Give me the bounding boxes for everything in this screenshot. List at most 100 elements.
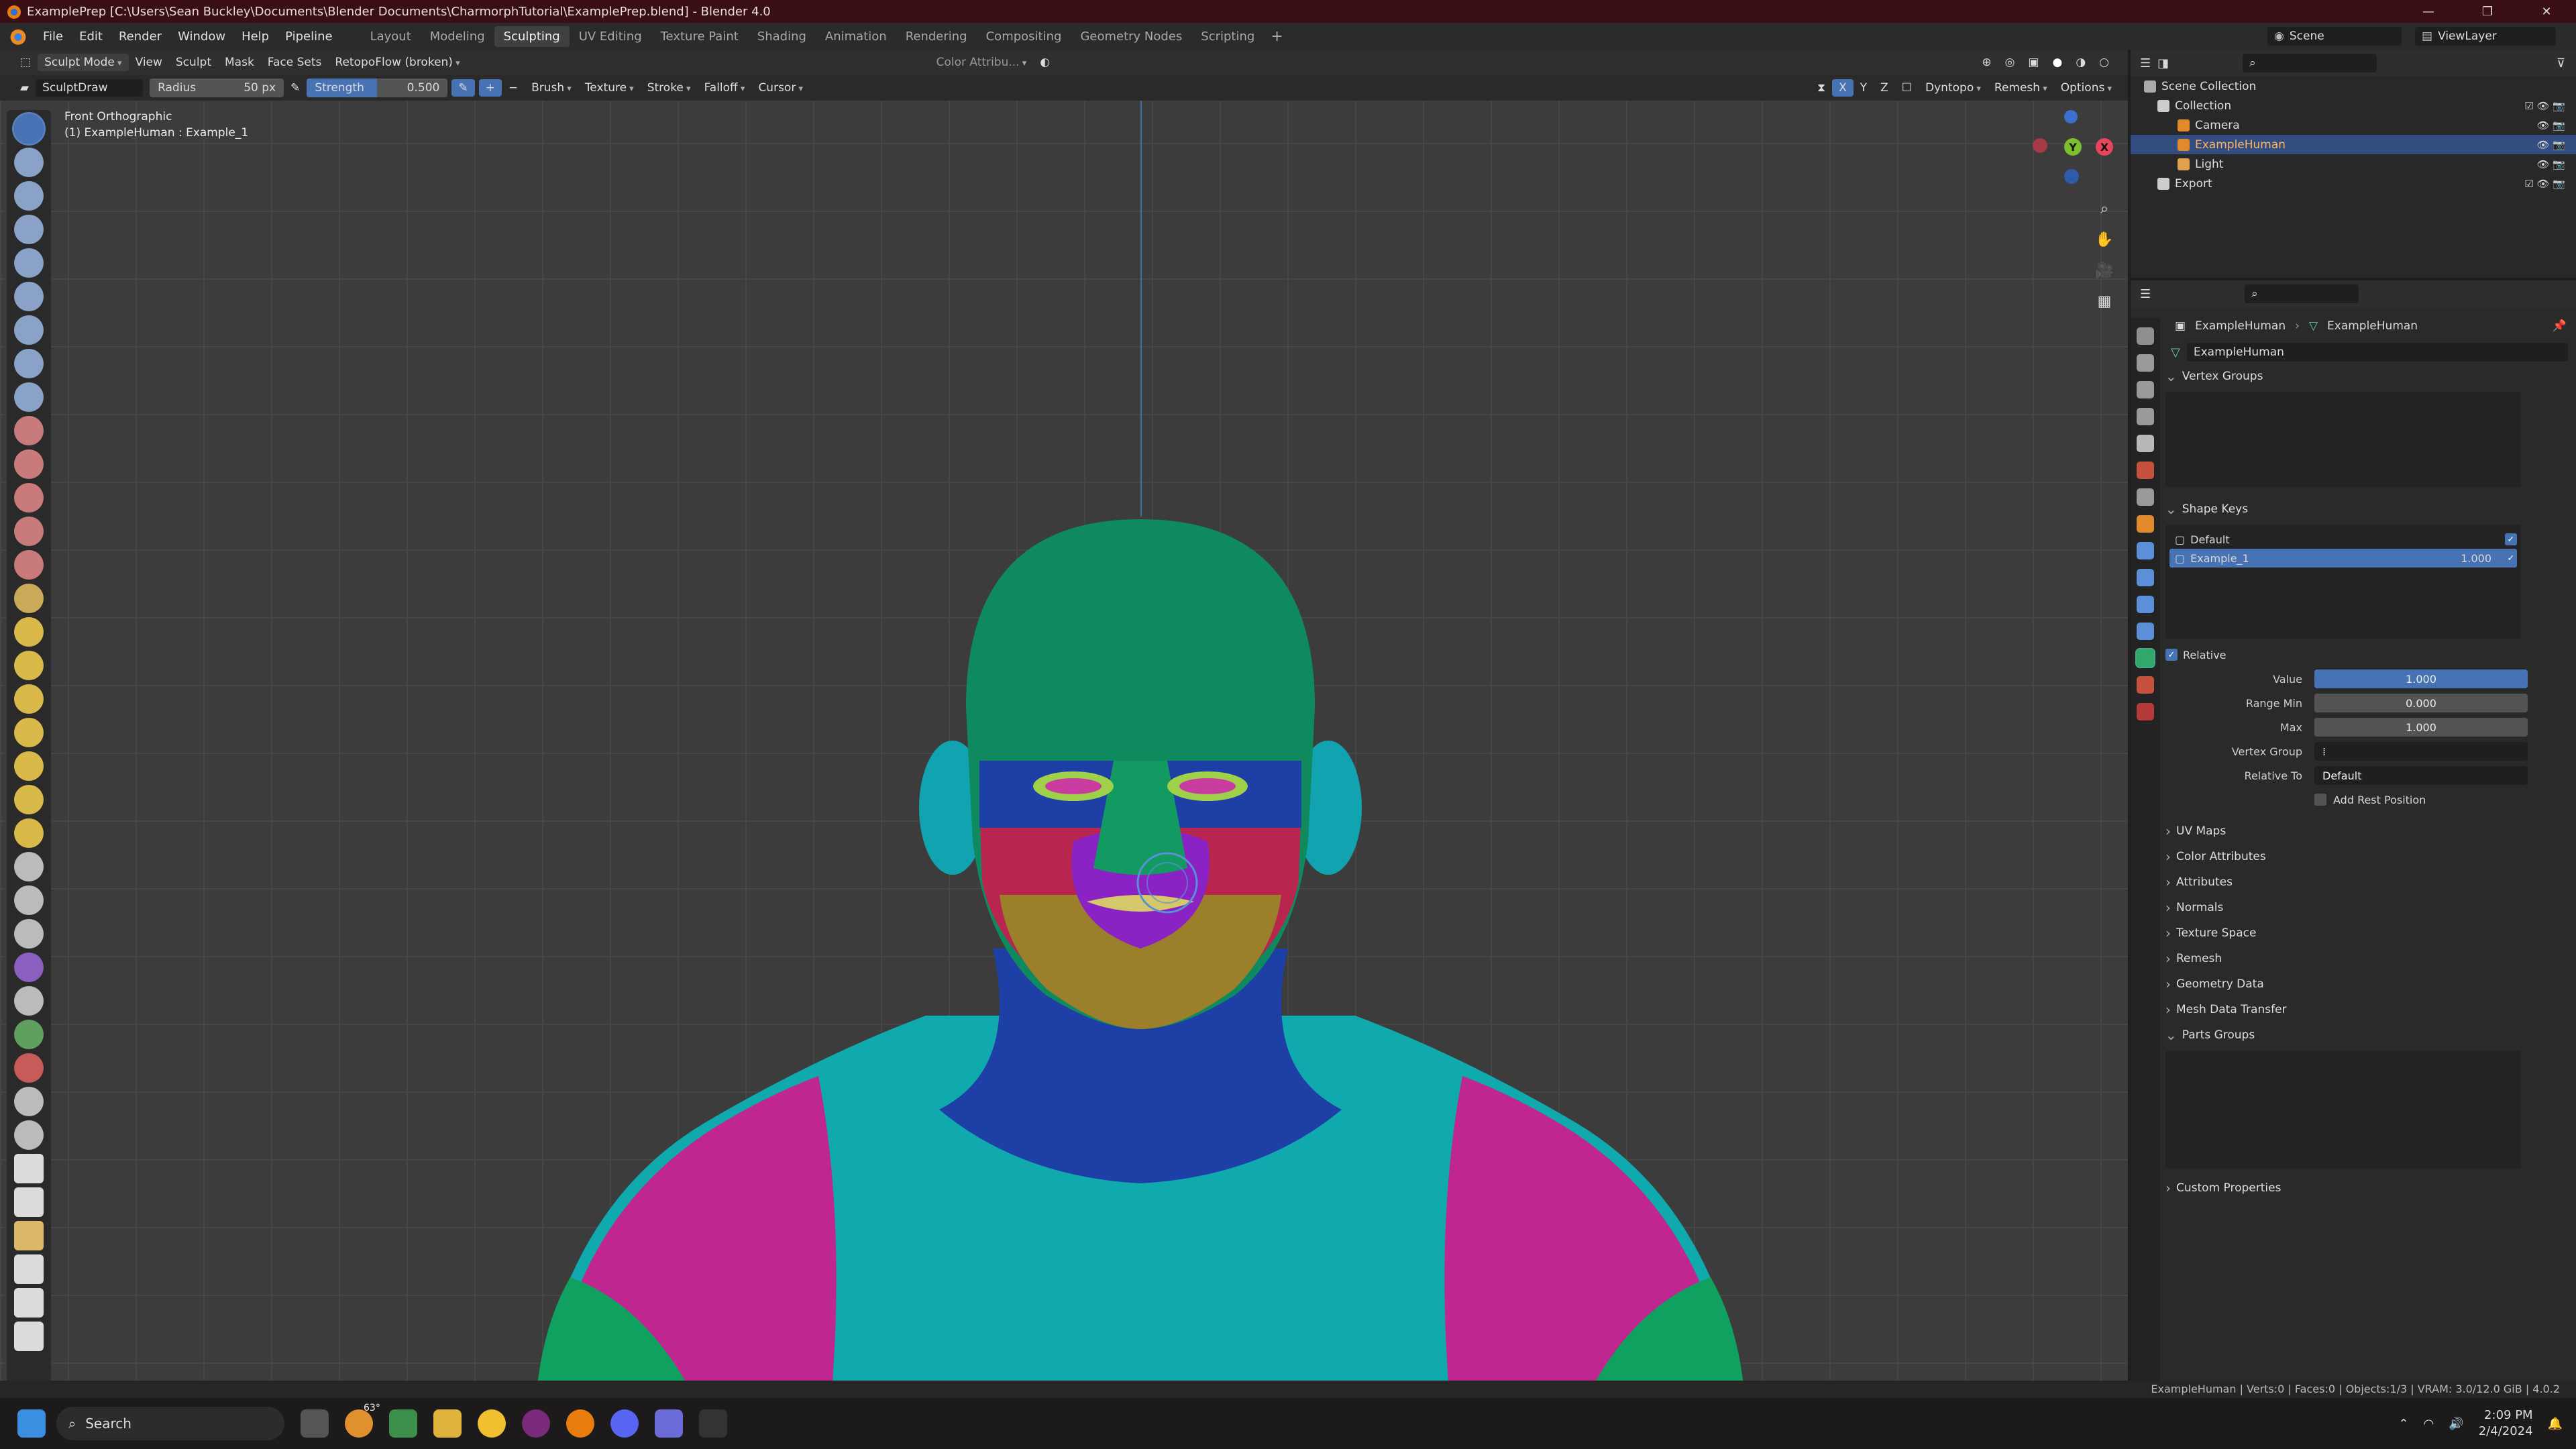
data-tab-icon[interactable] [2135, 648, 2155, 668]
color-attribute-selector[interactable]: Color Attribu... [930, 54, 1034, 71]
layer-tool-icon[interactable] [14, 282, 44, 311]
output-tab-icon[interactable] [2137, 381, 2154, 398]
taskbar-search[interactable]: ⌕ Search [56, 1407, 284, 1440]
range-min-field[interactable]: 0.000 [2314, 694, 2528, 712]
symmetry-icon[interactable]: ⧗ [1811, 79, 1832, 97]
symmetry-z-toggle[interactable]: Z [1874, 79, 1895, 97]
visibility-toggles[interactable]: ☑ 👁 📷 [2524, 178, 2565, 190]
transform-tool-icon[interactable] [14, 1322, 44, 1351]
outliner-item-export[interactable]: Export ☑ 👁 📷 [2131, 174, 2576, 193]
minimize-button[interactable]: — [2399, 0, 2458, 23]
menu-cursor[interactable]: Cursor [751, 79, 810, 97]
panel-attributes[interactable]: Attributes [2161, 869, 2576, 895]
mask-tool-icon[interactable] [14, 986, 44, 1016]
radius-pressure-icon[interactable]: ✎ [284, 79, 307, 97]
grab-tool-icon[interactable] [14, 617, 44, 647]
menu-file[interactable]: File [35, 30, 71, 44]
epic-games-icon[interactable] [699, 1409, 727, 1438]
menu-face-sets[interactable]: Face Sets [261, 54, 329, 71]
physics-tab-icon[interactable] [2137, 596, 2154, 613]
multires-displacement-tool-icon[interactable] [14, 1053, 44, 1083]
scene-tab-icon[interactable] [2137, 435, 2154, 452]
strength-pressure-icon[interactable]: ✎ [451, 79, 475, 97]
panel-remesh[interactable]: Remesh [2161, 946, 2576, 971]
pin-icon[interactable]: 📌 [2553, 319, 2567, 333]
brush-icon[interactable]: ▰ [13, 79, 36, 97]
draw-sharp-tool-icon[interactable] [14, 148, 44, 177]
file-explorer-icon[interactable] [433, 1409, 462, 1438]
game-app-icon[interactable] [655, 1409, 683, 1438]
blender-taskbar-icon[interactable] [566, 1409, 594, 1438]
panel-normals[interactable]: Normals [2161, 895, 2576, 920]
menu-sculpt[interactable]: Sculpt [169, 54, 218, 71]
radius-slider[interactable]: Radius 50 px [150, 78, 284, 97]
draw-face-sets-tool-icon[interactable] [14, 1020, 44, 1049]
menu-stroke[interactable]: Stroke [641, 79, 698, 97]
slide-relax-tool-icon[interactable] [14, 852, 44, 881]
vertex-groups-list[interactable] [2165, 392, 2521, 487]
shape-key-row-selected[interactable]: ▢ Example_1 1.000 ✓ [2169, 549, 2517, 568]
add-rest-checkbox[interactable] [2314, 794, 2326, 806]
nudge-tool-icon[interactable] [14, 785, 44, 814]
xray-icon[interactable]: ▣ [2021, 54, 2045, 71]
max-field[interactable]: 1.000 [2314, 718, 2528, 737]
notification-icon[interactable]: 🔔 [2548, 1417, 2563, 1431]
gizmo-x-neg[interactable] [2033, 138, 2047, 153]
snake-hook-tool-icon[interactable] [14, 684, 44, 714]
editor-type-icon[interactable]: ☰ [2140, 287, 2151, 301]
elastic-deform-tool-icon[interactable] [14, 651, 44, 680]
shape-key-row[interactable]: ▢ Default ✓ [2169, 530, 2517, 549]
add-workspace-icon[interactable]: + [1264, 28, 1289, 45]
render-tab-icon[interactable] [2137, 354, 2154, 372]
panel-texture-space[interactable]: Texture Space [2161, 920, 2576, 946]
menu-dyntopo[interactable]: Dyntopo [1919, 79, 1988, 97]
relative-to-field[interactable]: Default [2314, 766, 2528, 785]
wifi-icon[interactable]: ◠ [2424, 1417, 2434, 1431]
cloth-tool-icon[interactable] [14, 919, 44, 949]
strength-slider[interactable]: Strength 0.500 [307, 78, 448, 97]
box-trim-tool-icon[interactable] [14, 1221, 44, 1250]
multiplane-scrape-tool-icon[interactable] [14, 550, 44, 580]
smooth-tool-icon[interactable] [14, 416, 44, 445]
media-player-icon[interactable] [522, 1409, 550, 1438]
fill-tool-icon[interactable] [14, 483, 44, 513]
outliner-scene-collection[interactable]: Scene Collection [2131, 76, 2576, 96]
filter-icon[interactable]: ⊽ [2557, 56, 2565, 70]
clock[interactable]: 2:09 PM 2/4/2024 [2479, 1407, 2533, 1440]
visibility-toggles[interactable]: 👁 📷 [2537, 158, 2566, 170]
menu-pipeline[interactable]: Pipeline [277, 30, 340, 44]
vertex-group-field[interactable]: ⁞ [2314, 742, 2528, 761]
shape-keys-panel-header[interactable]: Shape Keys [2161, 496, 2576, 522]
menu-mask[interactable]: Mask [218, 54, 261, 71]
menu-retopoflow[interactable]: RetopoFlow (broken) [328, 54, 466, 71]
outliner-item-examplehuman[interactable]: ExampleHuman 👁 📷 [2131, 135, 2576, 154]
rotate-tool-icon[interactable] [14, 818, 44, 848]
navigation-gizmo[interactable]: Y X [2033, 110, 2113, 184]
tab-scripting[interactable]: Scripting [1191, 26, 1264, 47]
dyntopo-checkbox-icon[interactable]: ☐ [1895, 79, 1919, 97]
tab-modeling[interactable]: Modeling [421, 26, 494, 47]
value-slider[interactable]: 1.000 [2314, 669, 2528, 688]
outliner-item-camera[interactable]: Camera 👁 📷 [2131, 115, 2576, 135]
object-tab-icon[interactable] [2137, 515, 2154, 533]
shape-key-mute-checkbox[interactable]: ✓ [2505, 533, 2517, 545]
weather-icon[interactable]: 63° [345, 1403, 380, 1438]
tab-animation[interactable]: Animation [816, 26, 896, 47]
clay-thumb-tool-icon[interactable] [14, 248, 44, 278]
direction-subtract-icon[interactable]: − [502, 79, 525, 97]
menu-falloff[interactable]: Falloff [698, 79, 752, 97]
shape-key-mute-checkbox[interactable]: ✓ [2505, 552, 2517, 564]
symmetry-x-toggle[interactable]: X [1832, 79, 1854, 97]
pinch-tool-icon[interactable] [14, 584, 44, 613]
flatten-tool-icon[interactable] [14, 449, 44, 479]
vertex-groups-panel-header[interactable]: Vertex Groups [2161, 364, 2576, 389]
scrape-tool-icon[interactable] [14, 517, 44, 546]
outliner-item-light[interactable]: Light 👁 📷 [2131, 154, 2576, 174]
maximize-button[interactable]: ❐ [2458, 0, 2517, 23]
tab-rendering[interactable]: Rendering [896, 26, 977, 47]
modifier-tab-icon[interactable] [2137, 542, 2154, 559]
3d-viewport[interactable]: ⬚ Sculpt Mode View Sculpt Mask Face Sets… [0, 50, 2128, 1391]
tab-layout[interactable]: Layout [361, 26, 421, 47]
tray-overflow-icon[interactable]: ⌃ [2399, 1417, 2409, 1431]
texture-tab-icon[interactable] [2137, 703, 2154, 720]
